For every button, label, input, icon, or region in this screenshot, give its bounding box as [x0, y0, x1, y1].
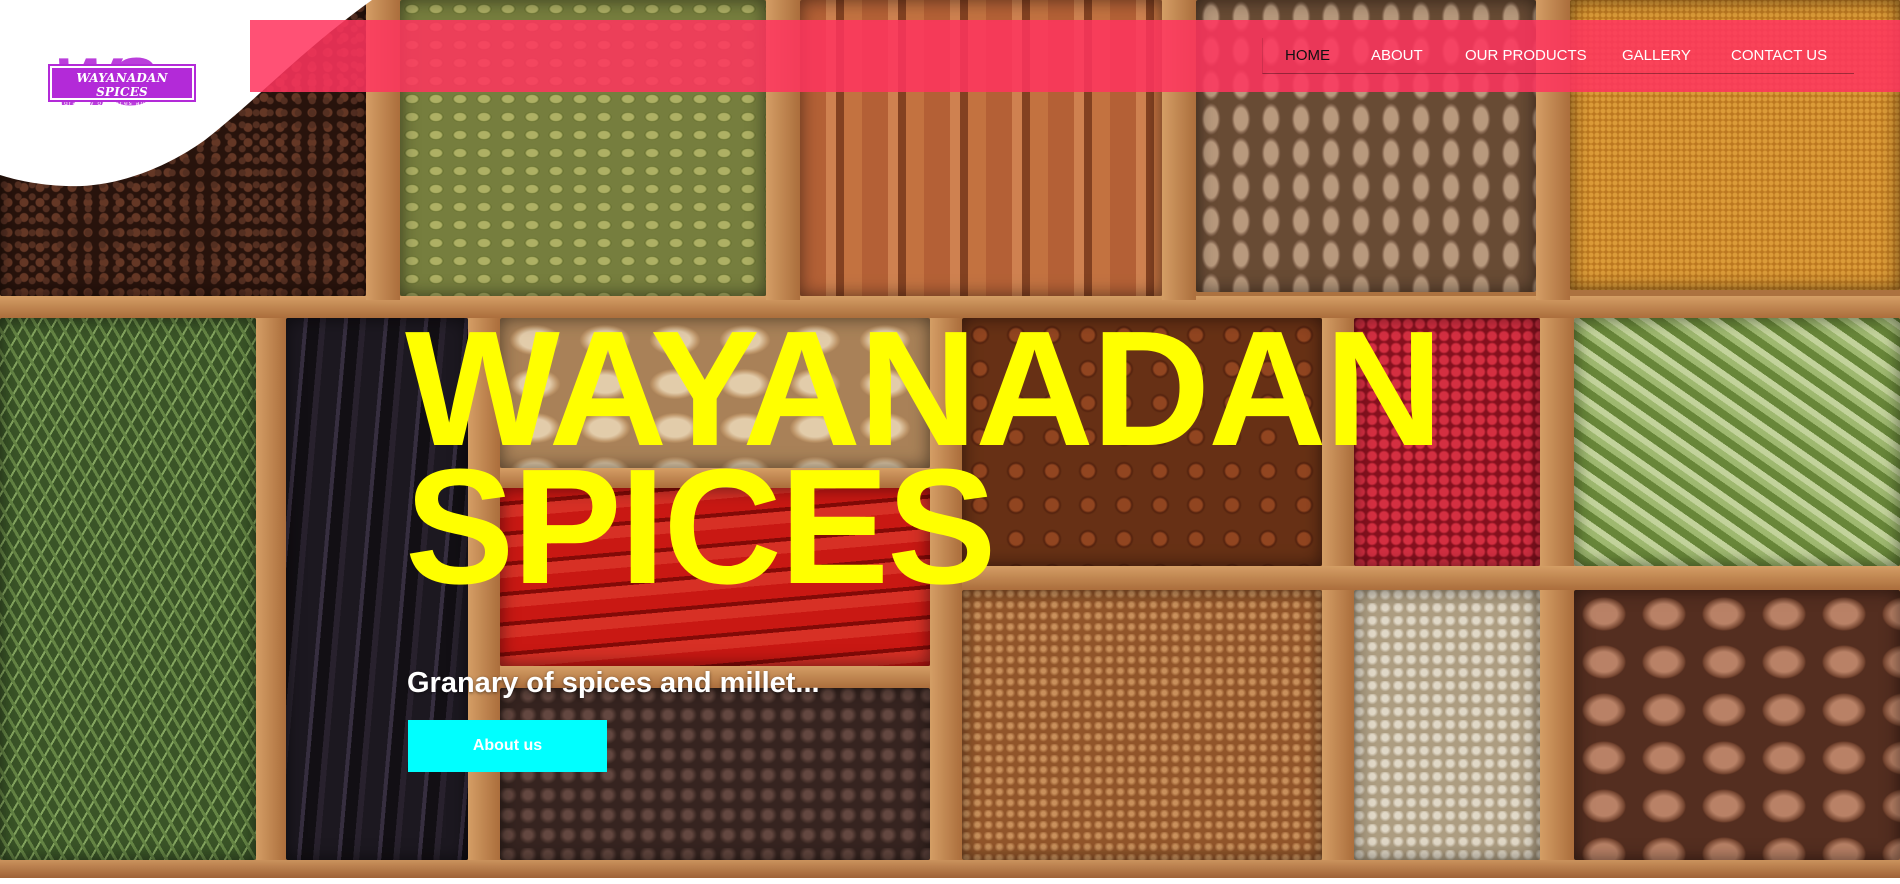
page: WS WAYANADAN SPICES granary of spices an…	[0, 0, 1900, 884]
site-logo[interactable]: WS WAYANADAN SPICES granary of spices an…	[48, 48, 196, 116]
logo-plate: WAYANADAN SPICES granary of spices and m…	[48, 64, 196, 107]
nav-contact-us[interactable]: CONTACT US	[1731, 47, 1827, 65]
logo-name: WAYANADAN SPICES	[76, 71, 168, 99]
nav-home[interactable]: HOME	[1285, 47, 1330, 65]
nav-our-products[interactable]: OUR PRODUCTS	[1465, 47, 1587, 65]
main-nav: HOME ABOUT OUR PRODUCTS GALLERY CONTACT …	[1262, 38, 1854, 74]
hero-subtitle: Granary of spices and millet...	[407, 667, 820, 699]
about-us-button[interactable]: About us	[408, 720, 607, 772]
nav-about[interactable]: ABOUT	[1371, 47, 1423, 65]
logo-tagline: granary of spices and millets	[64, 100, 180, 107]
hero-title: WAYANADAN SPICES	[405, 307, 1585, 609]
nav-gallery[interactable]: GALLERY	[1622, 47, 1691, 65]
